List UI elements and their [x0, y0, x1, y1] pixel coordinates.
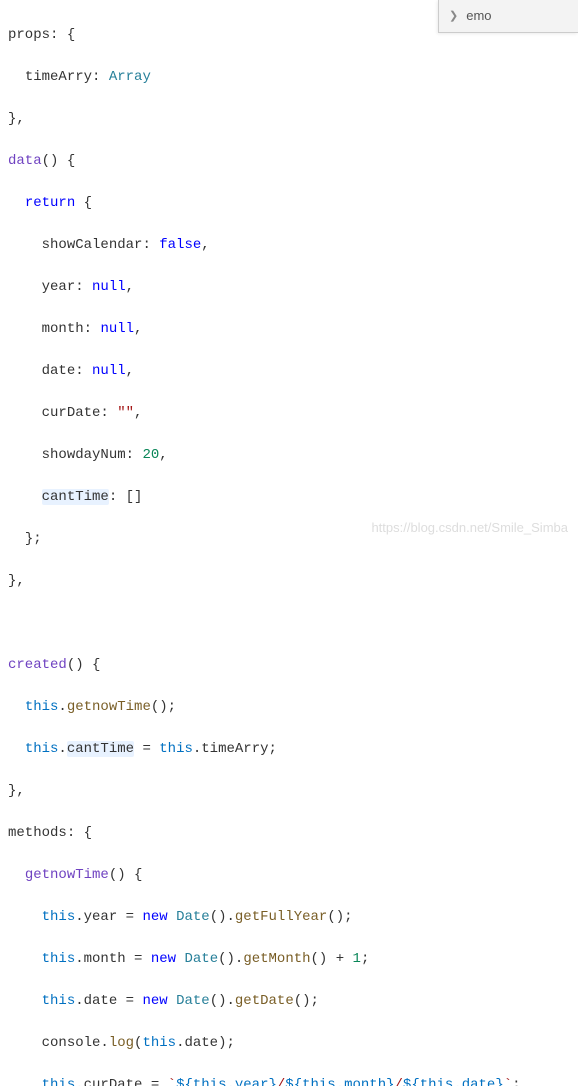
key-cantTime: cantTime	[42, 489, 109, 505]
val-empty-string: ""	[117, 405, 134, 421]
chevron-right-icon: ❯	[449, 8, 458, 25]
dropdown-item-emo[interactable]: ❯ emo	[439, 0, 578, 32]
tmpl-month: ${this.month}	[285, 1077, 394, 1086]
code-editor[interactable]: props: { timeArry: Array }, data() { ret…	[0, 0, 578, 1086]
type-array: Array	[109, 69, 151, 85]
class-date: Date	[176, 909, 210, 925]
call-getMonth: getMonth	[243, 951, 310, 967]
val-20: 20	[142, 447, 159, 463]
method-getnowTime: getnowTime	[25, 867, 109, 883]
call-log: log	[109, 1035, 134, 1051]
val-1: 1	[353, 951, 361, 967]
tmpl-date: ${this.date}	[403, 1077, 504, 1086]
method-created: created	[8, 657, 67, 673]
val-false: false	[159, 237, 201, 253]
key-date: date	[42, 363, 76, 379]
call-getnowTime: getnowTime	[67, 699, 151, 715]
dropdown-item-label: emo	[466, 6, 491, 26]
keyword-methods: methods	[8, 825, 67, 841]
call-getFullYear: getFullYear	[235, 909, 327, 925]
method-data: data	[8, 153, 42, 169]
keyword-props: props	[8, 27, 50, 43]
breadcrumb-dropdown: ❯ emo	[438, 0, 578, 33]
key-curDate: curDate	[42, 405, 101, 421]
key-month: month	[42, 321, 84, 337]
call-getDate: getDate	[235, 993, 294, 1009]
keyword-return: return	[25, 195, 75, 211]
val-null: null	[92, 279, 126, 295]
prop-timeArry: timeArry	[25, 69, 92, 85]
val-empty-array: []	[126, 489, 143, 505]
key-showCalendar: showCalendar	[42, 237, 143, 253]
key-year: year	[42, 279, 76, 295]
obj-console: console	[42, 1035, 101, 1051]
prop-timeArry-ref: timeArry	[201, 741, 268, 757]
key-showdayNum: showdayNum	[42, 447, 126, 463]
tmpl-year: ${this.year}	[176, 1077, 277, 1086]
prop-cantTime: cantTime	[67, 741, 134, 757]
